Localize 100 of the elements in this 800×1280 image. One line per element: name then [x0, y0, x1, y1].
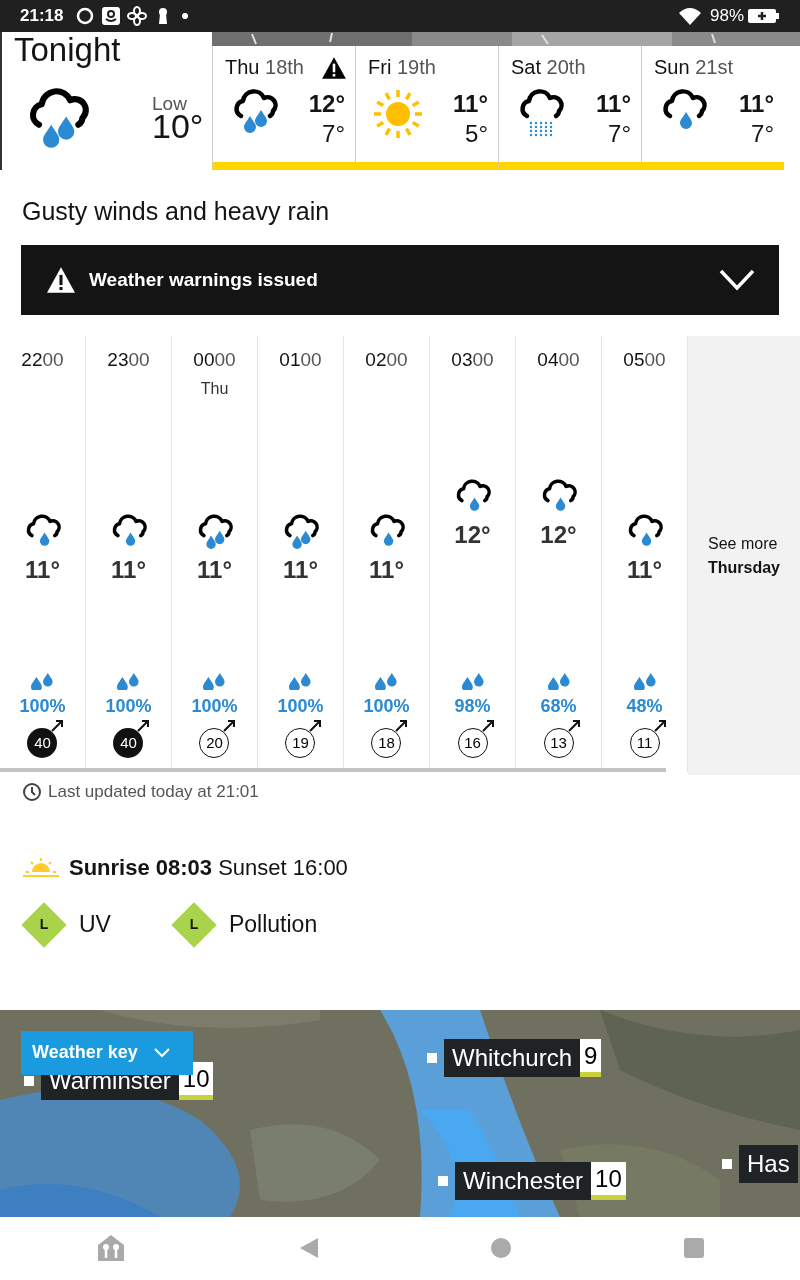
rain-drops-icon	[202, 672, 227, 690]
day-label: Fri 19th	[368, 55, 436, 80]
hour-time: 2300	[107, 348, 150, 372]
place-marker-icon	[427, 1052, 437, 1063]
place-name: Winchester	[455, 1161, 592, 1200]
wind-speed: 40	[113, 728, 144, 758]
rain-drops-icon	[632, 672, 657, 690]
high-temperature: 11°	[739, 89, 774, 119]
index-label: UV	[79, 910, 111, 940]
wind-speed: 11	[629, 728, 660, 758]
rain-chance: 98%	[454, 695, 491, 718]
rain-drops-icon	[546, 672, 571, 690]
place-marker-icon	[24, 1075, 34, 1086]
rain-chance: 68%	[540, 695, 577, 718]
sunrise-icon	[23, 856, 59, 878]
chevron-down-icon	[719, 269, 755, 291]
temperature: 11°	[627, 556, 662, 584]
day-label: Sun 21st	[654, 55, 733, 80]
dot-icon	[181, 12, 190, 20]
day-label: Thu	[200, 379, 229, 399]
day-tab[interactable]: Sat 20th 11° 7°	[498, 46, 641, 170]
level-badge: L	[170, 901, 217, 948]
rain-drops-icon	[288, 672, 313, 690]
temperature: 11°	[197, 556, 232, 584]
back-icon[interactable]	[298, 1237, 319, 1260]
home-button-icon[interactable]	[491, 1238, 512, 1259]
place-temperature: 9	[580, 1038, 602, 1077]
wind-direction-icon	[394, 719, 409, 733]
hour-time: 0200	[365, 348, 408, 372]
day-tab[interactable]: Sun 21st 11° 7°	[641, 46, 784, 170]
high-temperature: 11°	[596, 89, 631, 119]
clock-icon	[22, 781, 42, 802]
home-icon[interactable]	[96, 1233, 127, 1264]
fan-icon	[127, 6, 148, 26]
rain-chance: 100%	[105, 695, 152, 718]
hour-time: 0300	[451, 348, 494, 372]
low-temperature: 5°	[465, 119, 488, 149]
place-name: Has	[739, 1144, 798, 1183]
place-name: Whitchurch	[444, 1038, 581, 1077]
temperature: 11°	[283, 556, 318, 584]
rain-drops-icon	[30, 672, 55, 690]
wind-speed: 40	[27, 728, 58, 758]
app-icon	[101, 6, 122, 26]
hour-time: 0400	[537, 348, 580, 372]
wind-direction-icon	[566, 719, 581, 733]
high-temperature: 12°	[308, 89, 345, 119]
tonight-title: Tonight	[14, 32, 121, 68]
chevron-down-icon	[153, 1047, 170, 1058]
battery-icon	[748, 8, 780, 24]
temperature: 11°	[369, 556, 404, 584]
see-more-panel[interactable]: See more Thursday	[688, 336, 800, 775]
wind-direction-icon	[480, 719, 495, 733]
day-tab[interactable]: Thu 18th 12° 7°	[212, 46, 355, 170]
rain-chance: 100%	[191, 695, 238, 718]
wind-direction-icon	[136, 719, 151, 733]
place-temperature: 10	[591, 1161, 626, 1200]
wind-speed: 18	[371, 728, 402, 758]
level-badge: L	[21, 901, 67, 948]
hour-time: 2200	[21, 348, 64, 372]
hour-time: 0500	[623, 348, 666, 372]
index-label: Pollution	[228, 910, 318, 940]
recents-icon[interactable]	[683, 1238, 704, 1259]
wind-direction-icon	[652, 719, 667, 733]
hour-time: 0000	[193, 348, 236, 372]
day-label: Sat 20th	[511, 55, 586, 80]
low-temperature: 7°	[608, 119, 631, 149]
wind-speed: 13	[543, 728, 574, 758]
rain-chance: 48%	[626, 695, 663, 718]
day-tab[interactable]: Fri 19th 11° 5°	[355, 46, 498, 170]
last-updated: Last updated today at 21:01	[48, 781, 259, 803]
wind-speed: 16	[457, 728, 488, 758]
weather-warnings-bar[interactable]: Weather warnings issued	[21, 245, 779, 315]
place-marker-icon	[722, 1158, 732, 1169]
wifi-icon	[677, 6, 702, 26]
rain-chance: 100%	[363, 695, 410, 718]
wind-direction-icon	[50, 719, 65, 733]
warning-icon	[45, 266, 77, 294]
battery-percent: 98%	[709, 5, 744, 28]
wind-direction-icon	[308, 719, 323, 733]
day-label: Thu 18th	[225, 55, 304, 80]
rain-drops-icon	[460, 672, 485, 690]
sunrise-sunset: Sunrise 08:03 Sunset 16:00	[69, 853, 348, 882]
temperature: 11°	[25, 556, 60, 584]
high-temperature: 11°	[453, 89, 488, 119]
see-more-day: Thursday	[708, 555, 800, 580]
forecast-summary: Gusty winds and heavy rain	[22, 195, 330, 227]
low-temperature: 7°	[322, 119, 345, 149]
place-marker-icon	[438, 1175, 448, 1186]
wind-speed: 20	[199, 728, 230, 758]
rain-drops-icon	[116, 672, 141, 690]
see-more-text: See more	[708, 533, 779, 554]
rain-chance: 100%	[19, 695, 66, 718]
wind-speed: 19	[285, 728, 316, 758]
clock: 21:18	[20, 5, 64, 28]
temperature: 12°	[454, 521, 491, 549]
wind-direction-icon	[222, 719, 237, 733]
low-temperature: 7°	[751, 119, 774, 149]
temperature: 11°	[111, 556, 146, 584]
temperature: 12°	[540, 521, 577, 549]
hour-time: 0100	[279, 348, 322, 372]
